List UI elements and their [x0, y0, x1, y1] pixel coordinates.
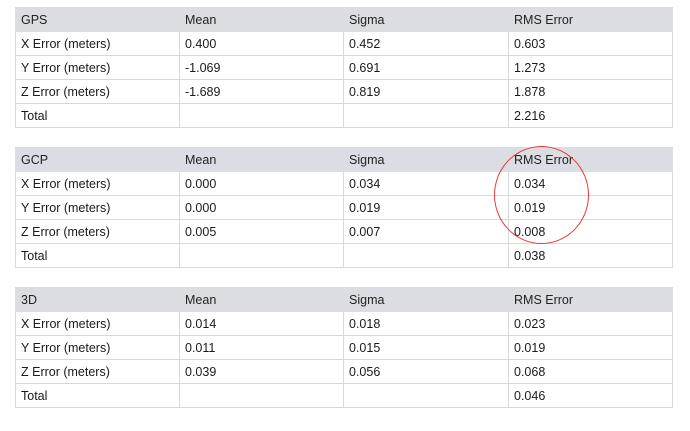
header-cell-sigma: Sigma	[343, 7, 509, 32]
table-total-row: Total 2.216	[15, 103, 673, 128]
mean-cell: 0.039	[179, 359, 344, 384]
header-cell-rms-error: RMS Error	[508, 7, 673, 32]
rms-error-cell: 0.008	[508, 219, 673, 244]
table-row: Z Error (meters) -1.689 0.819 1.878	[15, 79, 673, 104]
header-cell-rms-error: RMS Error	[508, 147, 673, 172]
mean-cell: -1.689	[179, 79, 344, 104]
table-header-row: 3D Mean Sigma RMS Error	[15, 287, 673, 312]
header-cell-mean: Mean	[179, 7, 344, 32]
table-row: Z Error (meters) 0.005 0.007 0.008	[15, 219, 673, 244]
mean-cell	[179, 103, 344, 128]
mean-cell: 0.005	[179, 219, 344, 244]
rms-error-cell: 0.038	[508, 243, 673, 268]
row-label-cell: X Error (meters)	[15, 311, 180, 336]
table-row: X Error (meters) 0.014 0.018 0.023	[15, 311, 673, 336]
sigma-cell: 0.452	[343, 31, 509, 56]
rms-error-cell: 0.603	[508, 31, 673, 56]
sigma-cell	[343, 243, 509, 268]
header-cell-source: GPS	[15, 7, 180, 32]
row-label-cell: Total	[15, 243, 180, 268]
sigma-cell: 0.015	[343, 335, 509, 360]
mean-cell: 0.014	[179, 311, 344, 336]
rms-error-cell: 0.034	[508, 171, 673, 196]
mean-cell: -1.069	[179, 55, 344, 80]
row-label-cell: Y Error (meters)	[15, 195, 180, 220]
sigma-cell	[343, 103, 509, 128]
row-label-cell: Z Error (meters)	[15, 359, 180, 384]
sigma-cell: 0.034	[343, 171, 509, 196]
table-row: Y Error (meters) 0.011 0.015 0.019	[15, 335, 673, 360]
row-label-cell: X Error (meters)	[15, 31, 180, 56]
header-cell-mean: Mean	[179, 147, 344, 172]
table-row: X Error (meters) 0.000 0.034 0.034	[15, 171, 673, 196]
row-label-cell: Y Error (meters)	[15, 55, 180, 80]
sigma-cell: 0.056	[343, 359, 509, 384]
header-cell-source: GCP	[15, 147, 180, 172]
rms-error-cell: 2.216	[508, 103, 673, 128]
rms-error-cell: 1.273	[508, 55, 673, 80]
row-label-cell: Y Error (meters)	[15, 335, 180, 360]
sigma-cell	[343, 383, 509, 408]
gps-error-table: GPS Mean Sigma RMS Error X Error (meters…	[15, 7, 673, 128]
mean-cell: 0.000	[179, 195, 344, 220]
rms-error-cell: 0.046	[508, 383, 673, 408]
row-label-cell: X Error (meters)	[15, 171, 180, 196]
header-cell-sigma: Sigma	[343, 287, 509, 312]
mean-cell: 0.011	[179, 335, 344, 360]
sigma-cell: 0.819	[343, 79, 509, 104]
sigma-cell: 0.691	[343, 55, 509, 80]
table-header-row: GPS Mean Sigma RMS Error	[15, 7, 673, 32]
row-label-cell: Z Error (meters)	[15, 79, 180, 104]
row-label-cell: Total	[15, 383, 180, 408]
rms-error-cell: 0.019	[508, 335, 673, 360]
table-header-row: GCP Mean Sigma RMS Error	[15, 147, 673, 172]
header-cell-sigma: Sigma	[343, 147, 509, 172]
rms-error-cell: 0.023	[508, 311, 673, 336]
table-row: Y Error (meters) -1.069 0.691 1.273	[15, 55, 673, 80]
mean-cell: 0.400	[179, 31, 344, 56]
sigma-cell: 0.019	[343, 195, 509, 220]
mean-cell	[179, 243, 344, 268]
sigma-cell: 0.007	[343, 219, 509, 244]
mean-cell	[179, 383, 344, 408]
table-total-row: Total 0.038	[15, 243, 673, 268]
header-cell-source: 3D	[15, 287, 180, 312]
sigma-cell: 0.018	[343, 311, 509, 336]
row-label-cell: Total	[15, 103, 180, 128]
rms-error-cell: 1.878	[508, 79, 673, 104]
header-cell-rms-error: RMS Error	[508, 287, 673, 312]
3d-error-table: 3D Mean Sigma RMS Error X Error (meters)…	[15, 287, 673, 408]
header-cell-mean: Mean	[179, 287, 344, 312]
gcp-error-table: GCP Mean Sigma RMS Error X Error (meters…	[15, 147, 673, 268]
table-row: Y Error (meters) 0.000 0.019 0.019	[15, 195, 673, 220]
table-total-row: Total 0.046	[15, 383, 673, 408]
mean-cell: 0.000	[179, 171, 344, 196]
rms-error-cell: 0.019	[508, 195, 673, 220]
table-row: X Error (meters) 0.400 0.452 0.603	[15, 31, 673, 56]
table-row: Z Error (meters) 0.039 0.056 0.068	[15, 359, 673, 384]
row-label-cell: Z Error (meters)	[15, 219, 180, 244]
rms-error-cell: 0.068	[508, 359, 673, 384]
